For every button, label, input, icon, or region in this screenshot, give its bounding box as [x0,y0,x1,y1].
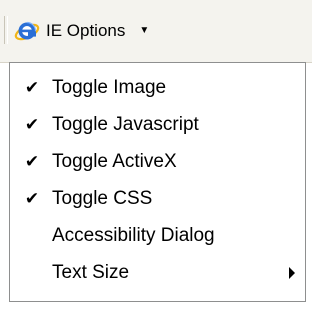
menu-item-label: Toggle CSS [52,187,153,209]
chevron-right-icon [289,266,295,279]
menu-item-toggle-image[interactable]: ✔ Toggle Image [10,69,305,106]
menu-item-label: Text Size [52,261,130,283]
checkmark-icon: ✔ [24,77,40,97]
toolbar-separator [4,16,8,44]
menu-item-accessibility-dialog[interactable]: Accessibility Dialog [10,217,305,254]
checkmark-icon: ✔ [24,151,40,171]
ie-options-button[interactable]: IE Options ▼ [14,14,149,48]
menu-item-toggle-javascript[interactable]: ✔ Toggle Javascript [10,106,305,143]
menu-item-label: Toggle Javascript [52,113,199,135]
menu-item-label: Toggle Image [52,76,167,98]
menu-item-label: Accessibility Dialog [52,224,215,246]
browser-window: IE Options ▼ ✔ Toggle Image ✔ Toggle Jav… [0,0,312,309]
menu-item-toggle-activex[interactable]: ✔ Toggle ActiveX [10,143,305,180]
menu-item-label: Toggle ActiveX [52,150,177,172]
toolbar: IE Options ▼ [0,0,312,63]
internet-explorer-icon [14,18,40,44]
checkmark-icon: ✔ [24,188,40,208]
menu-item-toggle-css[interactable]: ✔ Toggle CSS [10,180,305,217]
ie-options-label: IE Options [46,21,126,40]
chevron-down-icon: ▼ [139,25,150,36]
ie-options-menu: ✔ Toggle Image ✔ Toggle Javascript ✔ Tog… [9,62,306,302]
menu-item-text-size[interactable]: Text Size [10,254,305,291]
checkmark-icon: ✔ [24,114,40,134]
